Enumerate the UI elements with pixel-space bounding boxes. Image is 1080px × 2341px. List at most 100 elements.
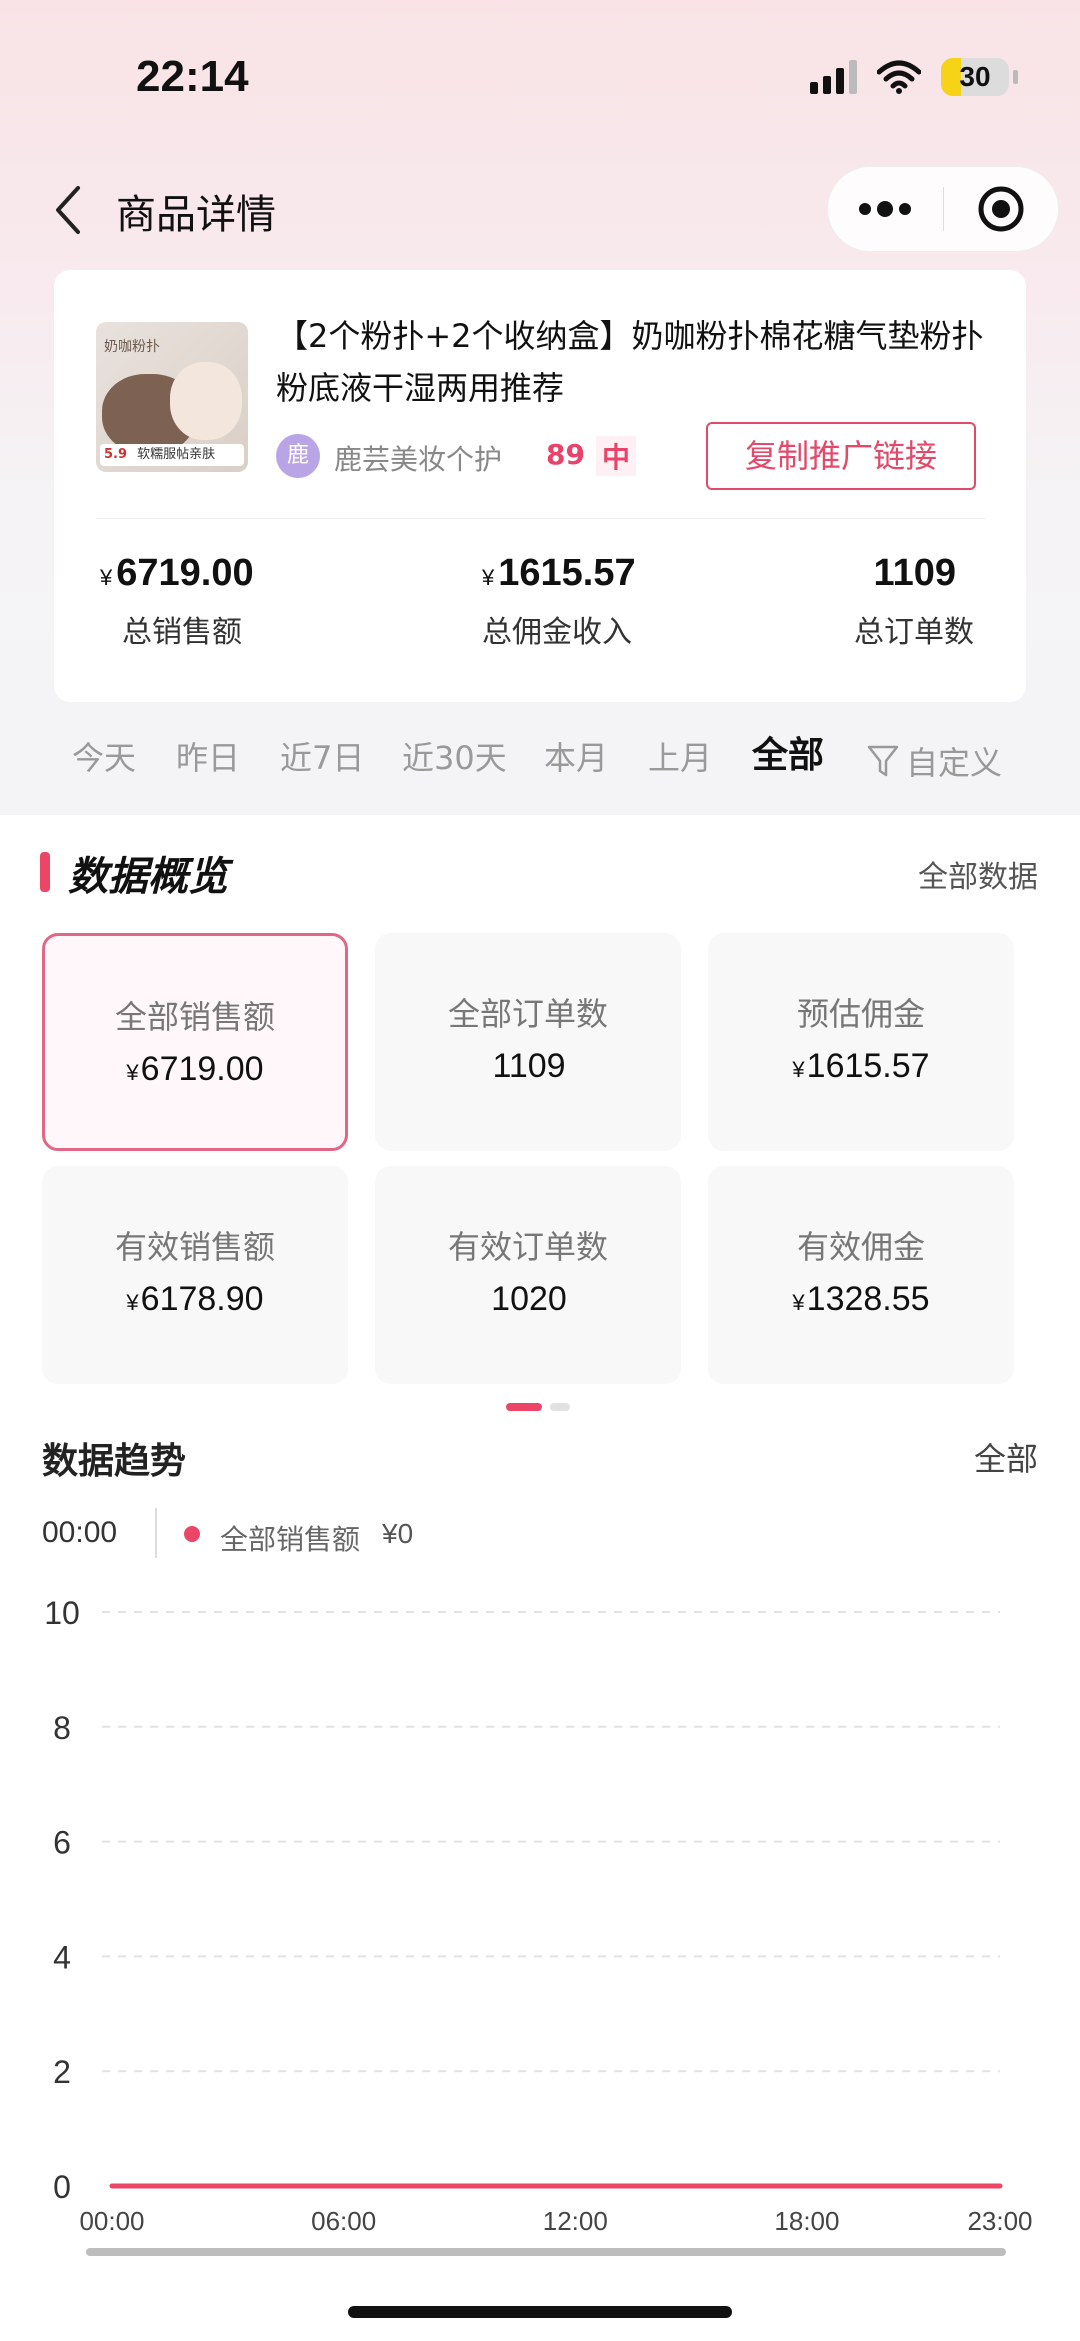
thumbnail-text: 奶咖粉扑 [104,339,160,355]
data-point [457,2184,461,2188]
total-commission-value: 1615.57 [498,552,636,594]
filter-icon [867,745,899,777]
tile-total-sales[interactable]: 全部销售额 ¥6719.00 [42,933,348,1151]
more-dots-icon [859,201,912,217]
tab-custom[interactable]: 自定义 [866,738,1002,784]
currency-symbol: ¥ [100,565,113,590]
total-sales-label: 总销售额 [122,615,242,650]
tile-value: 1615.57 [806,1047,930,1085]
target-icon [978,186,1024,232]
trend-filter-link[interactable]: 全部 [974,1434,1038,1480]
battery-cap [1013,70,1018,84]
tile-valid-sales[interactable]: 有效销售额 ¥6178.90 [42,1166,348,1384]
tooltip-time: 00:00 [42,1516,118,1549]
product-title: 【2个粉扑+2个收纳盒】奶咖粉扑棉花糖气垫粉扑粉底液干湿两用推荐 [276,317,984,407]
status-icons: 30 [810,58,1018,96]
tile-value: 6719.00 [140,1050,264,1088]
cellular-signal-icon [810,60,857,94]
tile-label: 预估佣金 [796,995,925,1033]
data-point [303,2184,307,2188]
tab-yesterday[interactable]: 昨日 [176,736,240,780]
tab-this-month[interactable]: 本月 [544,736,608,780]
status-time: 22:14 [136,52,249,101]
data-point [959,2184,963,2188]
close-mini-program-button[interactable] [944,167,1059,251]
trend-title: 数据趋势 [42,1441,187,1482]
tile-value: 6178.90 [140,1280,264,1318]
trend-chart[interactable]: 0 2 4 6 8 10 00:00 06:00 12:00 18:00 23:00 [0,1580,1080,2280]
home-indicator [348,2306,732,2318]
legend-dot [184,1526,200,1542]
currency-symbol: ¥ [482,565,495,590]
data-point [651,2184,655,2188]
tab-last-7-days[interactable]: 近7日 [280,736,364,780]
data-point [342,2184,346,2188]
product-card: 奶咖粉扑 5.9 软糯服帖亲肤 【2个粉扑+2个收纳盒】奶咖粉扑棉花糖气垫粉扑粉… [54,270,1026,702]
chart-scrollbar[interactable] [86,2248,1006,2256]
tab-last-30-days[interactable]: 近30天 [402,736,507,780]
shop-avatar: 鹿 [276,434,320,478]
tab-last-month[interactable]: 上月 [648,736,712,780]
data-point [110,2184,114,2188]
tab-today[interactable]: 今天 [72,736,136,780]
section-accent-bar [40,852,50,892]
tile-value: 1328.55 [806,1280,930,1318]
tile-value: 1020 [491,1280,567,1318]
y-tick-label: 4 [53,1939,71,1975]
copy-promo-link-button[interactable]: 复制推广链接 [706,422,976,490]
data-point [766,2184,770,2188]
product-thumbnail[interactable]: 奶咖粉扑 5.9 软糯服帖亲肤 [96,322,248,472]
y-tick-label: 8 [53,1710,71,1746]
tile-label: 全部销售额 [114,998,275,1036]
tab-all[interactable]: 全部 [752,734,824,778]
currency-symbol: ¥ [126,1290,139,1315]
shop-score: 89 [546,438,585,471]
x-tick-label: 06:00 [311,2206,376,2236]
wifi-icon [877,60,921,94]
data-point [535,2184,539,2188]
data-point [226,2184,230,2188]
data-point [998,2184,1002,2188]
total-sales-value: 6719.00 [116,552,254,594]
data-point [573,2184,577,2188]
data-point [187,2184,191,2188]
y-tick-label: 10 [44,1595,80,1631]
data-point [496,2184,500,2188]
y-tick-label: 6 [53,1825,71,1861]
data-point [844,2184,848,2188]
total-commission-label: 总佣金收入 [482,615,632,650]
x-tick-label: 12:00 [543,2206,608,2236]
tile-valid-commission[interactable]: 有效佣金 ¥1328.55 [708,1166,1014,1384]
shop-name: 鹿芸美妆个护 [334,443,503,476]
y-tick-label: 0 [53,2169,71,2205]
date-range-tabs: 今天 昨日 近7日 近30天 本月 上月 全部 自定义 [0,734,1080,800]
page-dot-active [506,1403,542,1411]
data-point [882,2184,886,2188]
currency-symbol: ¥ [792,1290,805,1315]
tile-label: 有效订单数 [447,1228,608,1266]
data-point [612,2184,616,2188]
data-point [921,2184,925,2188]
thumbnail-tag: 5.9 软糯服帖亲肤 [100,444,244,466]
tile-total-orders[interactable]: 全部订单数 1109 [375,933,681,1151]
thumbnail-puff-light [170,362,242,440]
stat-total-orders: 1109 总订单数 [854,552,974,651]
currency-symbol: ¥ [126,1060,139,1085]
pagination-dots [506,1403,570,1411]
tile-valid-orders[interactable]: 有效订单数 1020 [375,1166,681,1384]
total-orders-value: 1109 [873,552,956,594]
data-point [264,2184,268,2188]
tile-label: 全部订单数 [447,995,608,1033]
tile-label: 有效佣金 [796,1228,925,1266]
data-point [805,2184,809,2188]
tile-estimated-commission[interactable]: 预估佣金 ¥1615.57 [708,933,1014,1151]
all-data-link[interactable]: 全部数据 [918,852,1038,896]
mini-program-capsule [827,166,1059,252]
chevron-left-icon[interactable] [48,182,88,238]
x-tick-label: 00:00 [79,2206,144,2236]
card-divider [96,518,986,519]
more-button[interactable] [828,167,943,251]
battery-level: 30 [959,61,991,92]
legend-separator [155,1508,157,1558]
shop-level-badge: 中 [596,436,637,476]
